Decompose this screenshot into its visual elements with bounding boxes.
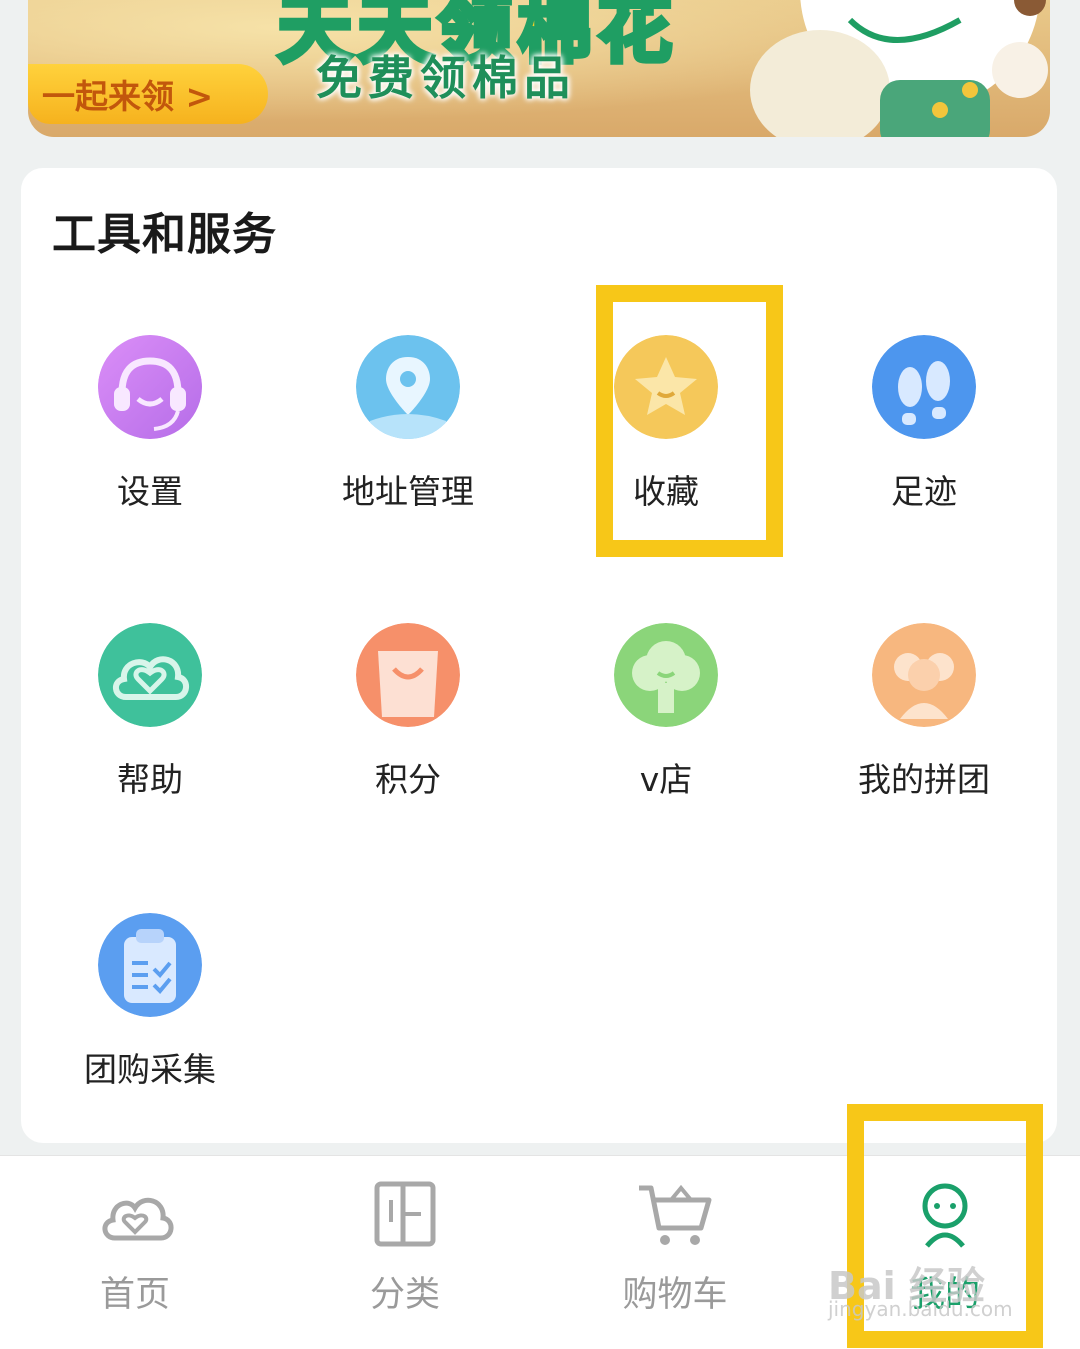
cloud-heart-icon — [98, 623, 202, 727]
tool-settings[interactable]: 设置 — [21, 335, 279, 535]
location-pin-icon — [356, 335, 460, 439]
shopping-bag-icon — [356, 623, 460, 727]
tool-my-group-buy[interactable]: 我的拼团 — [795, 623, 1053, 823]
shop-tree-icon — [614, 623, 718, 727]
promo-banner[interactable]: 天天领棉花 免费领棉品 一起来领 > — [28, 0, 1050, 137]
group-people-icon — [872, 623, 976, 727]
home-cloud-icon — [102, 1197, 174, 1241]
tool-label: 我的拼团 — [858, 760, 990, 799]
banner-subtitle: 免费领棉品 — [316, 51, 576, 105]
tool-help[interactable]: 帮助 — [21, 623, 279, 823]
clipboard-checklist-icon — [98, 913, 202, 1017]
shopping-cart-icon — [639, 1184, 712, 1245]
nav-cart[interactable]: 购物车 — [540, 1156, 810, 1349]
tool-label: 积分 — [375, 760, 441, 799]
nav-home[interactable]: 首页 — [0, 1156, 270, 1349]
customer-service-headset-icon — [98, 335, 202, 439]
tool-label: 帮助 — [117, 760, 183, 799]
nav-label: 首页 — [99, 1275, 170, 1315]
nav-label: 购物车 — [622, 1275, 728, 1315]
tool-v-store[interactable]: v店 — [537, 623, 795, 823]
baidu-jingyan-watermark: Bai 经验 jingyan.baidu.com — [828, 1255, 1028, 1330]
highlight-box-favorites — [596, 285, 783, 557]
tool-address-management[interactable]: 地址管理 — [279, 335, 537, 535]
section-title: 工具和服务 — [52, 209, 277, 260]
tool-points[interactable]: 积分 — [279, 623, 537, 823]
tools-services-card: 工具和服务 设置 地址管理 收藏 足迹 帮助 积分 v店 我的拼团 团购采集 — [21, 168, 1057, 1143]
nav-label: 分类 — [369, 1275, 440, 1315]
tool-label: 团购采集 — [84, 1050, 216, 1089]
tool-label: 地址管理 — [342, 472, 474, 511]
nav-category[interactable]: 分类 — [270, 1156, 540, 1349]
tool-label: 设置 — [117, 472, 183, 511]
footprints-icon — [872, 335, 976, 439]
watermark-url: jingyan.baidu.com — [828, 1297, 1013, 1321]
category-icon — [374, 1181, 436, 1247]
banner-cta-button[interactable]: 一起来领 > — [28, 64, 268, 124]
tool-footprints[interactable]: 足迹 — [795, 335, 1053, 535]
tool-group-buy-collection[interactable]: 团购采集 — [21, 913, 279, 1113]
tool-label: 足迹 — [891, 472, 957, 511]
tool-label: v店 — [639, 760, 693, 799]
cotton-mascot-illustration — [750, 0, 1048, 137]
